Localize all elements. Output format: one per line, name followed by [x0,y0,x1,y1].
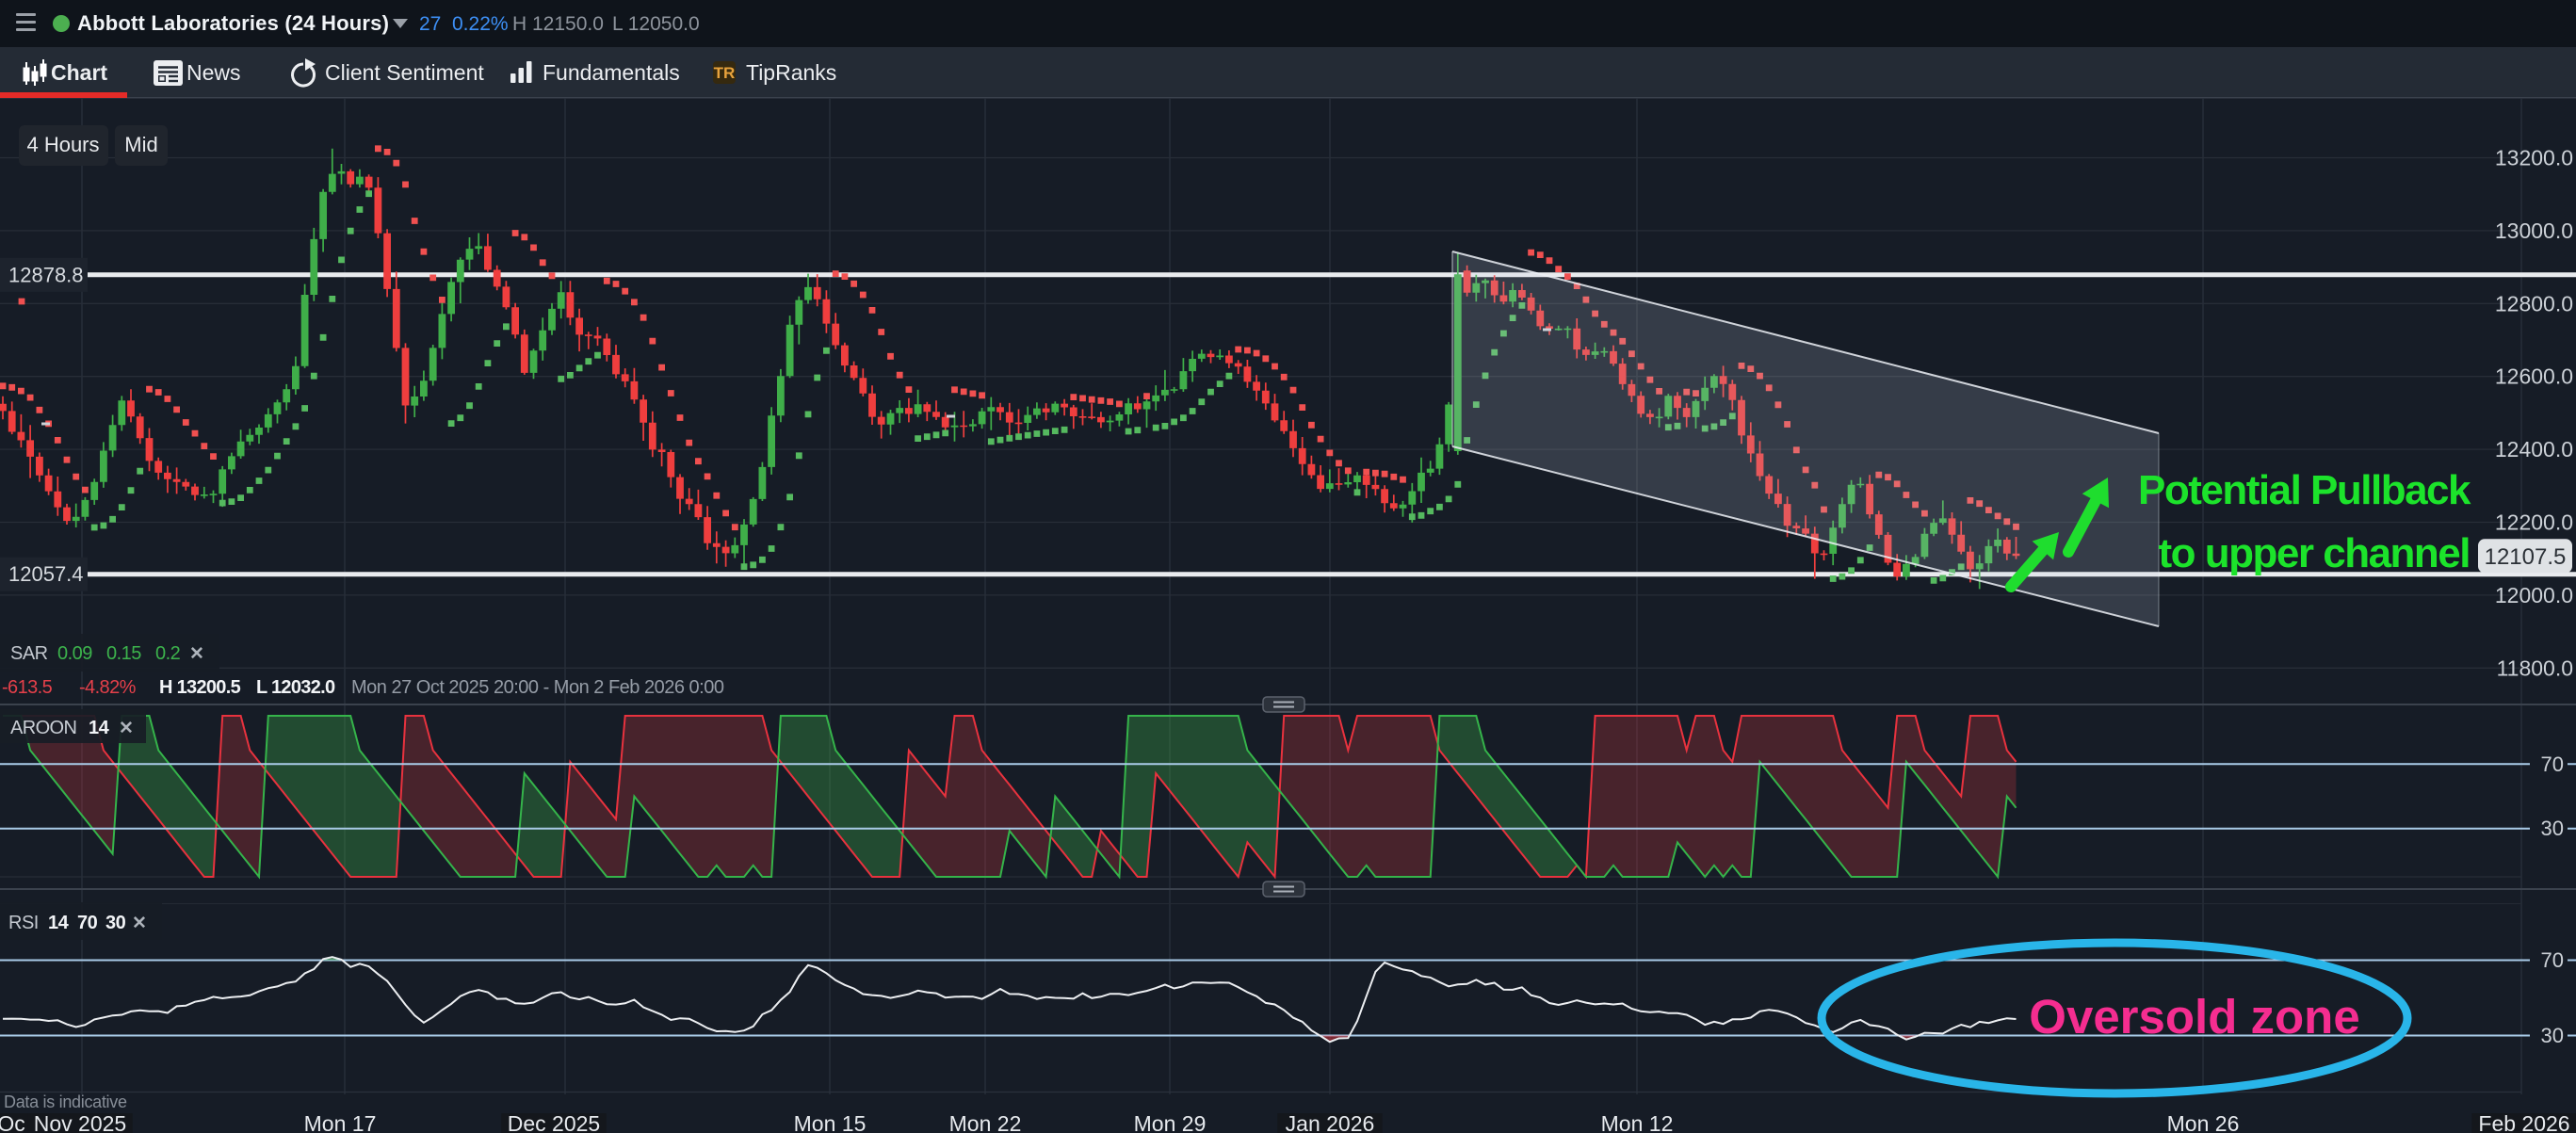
svg-text:11800.0: 11800.0 [2497,656,2573,680]
svg-text:12107.5: 12107.5 [2485,544,2567,570]
svg-text:L 12032.0: L 12032.0 [256,677,335,698]
svg-text:Potential Pullback: Potential Pullback [2138,467,2471,513]
svg-text:14: 14 [89,718,110,738]
svg-text:0.09: 0.09 [57,643,92,664]
svg-text:Mon 26: Mon 26 [2167,1111,2240,1133]
svg-text:4 Hours: 4 Hours [26,133,99,156]
svg-text:TR: TR [714,64,736,82]
svg-text:Data is indicative: Data is indicative [4,1093,127,1111]
svg-text:Feb 2026: Feb 2026 [2478,1111,2569,1133]
svg-text:Mon 22: Mon 22 [949,1111,1022,1133]
svg-text:Dec 2025: Dec 2025 [508,1111,600,1133]
svg-text:Jan 2026: Jan 2026 [1286,1111,1375,1133]
svg-text:14: 14 [48,913,70,933]
svg-text:12878.8: 12878.8 [8,263,84,286]
svg-text:to upper channel: to upper channel [2159,530,2470,576]
svg-text:-613.5: -613.5 [2,677,53,698]
svg-text:RSI: RSI [8,913,39,933]
svg-text:Mon 12: Mon 12 [1601,1111,1674,1133]
svg-text:70: 70 [2541,948,2564,972]
svg-text:70: 70 [77,913,98,933]
svg-text:12000.0: 12000.0 [2495,583,2573,607]
svg-text:Nov 2025: Nov 2025 [34,1111,126,1133]
svg-text:12057.4: 12057.4 [8,562,84,586]
svg-text:✕: ✕ [132,914,147,933]
svg-text:30: 30 [2541,817,2564,840]
svg-text:30: 30 [2541,1024,2564,1047]
svg-text:13200.0: 13200.0 [2495,146,2573,170]
svg-text:Oversold zone: Oversold zone [2029,990,2359,1044]
svg-text:Mon 15: Mon 15 [794,1111,867,1133]
svg-text:Mid: Mid [124,133,157,156]
svg-text:Mon 27 Oct 2025 20:00 - Mon 2: Mon 27 Oct 2025 20:00 - Mon 2 Feb 2026 0… [351,677,724,698]
svg-text:Mon 17: Mon 17 [304,1111,377,1133]
svg-text:Mon 29: Mon 29 [1134,1111,1207,1133]
svg-text:12200.0: 12200.0 [2495,510,2573,535]
svg-text:12600.0: 12600.0 [2495,364,2573,389]
svg-text:✕: ✕ [189,644,204,664]
svg-text:Oc: Oc [0,1111,25,1133]
svg-text:AROON: AROON [10,718,76,738]
svg-text:0.15: 0.15 [106,643,141,664]
svg-text:-4.82%: -4.82% [79,677,137,698]
svg-text:✕: ✕ [119,719,134,738]
svg-text:30: 30 [105,913,126,933]
svg-text:H 13200.5: H 13200.5 [159,677,241,698]
svg-text:70: 70 [2541,753,2564,776]
svg-text:SAR: SAR [10,643,48,664]
svg-text:13000.0: 13000.0 [2495,219,2573,243]
svg-text:12800.0: 12800.0 [2495,291,2573,316]
svg-text:0.2: 0.2 [155,643,181,664]
svg-text:12400.0: 12400.0 [2495,437,2573,461]
